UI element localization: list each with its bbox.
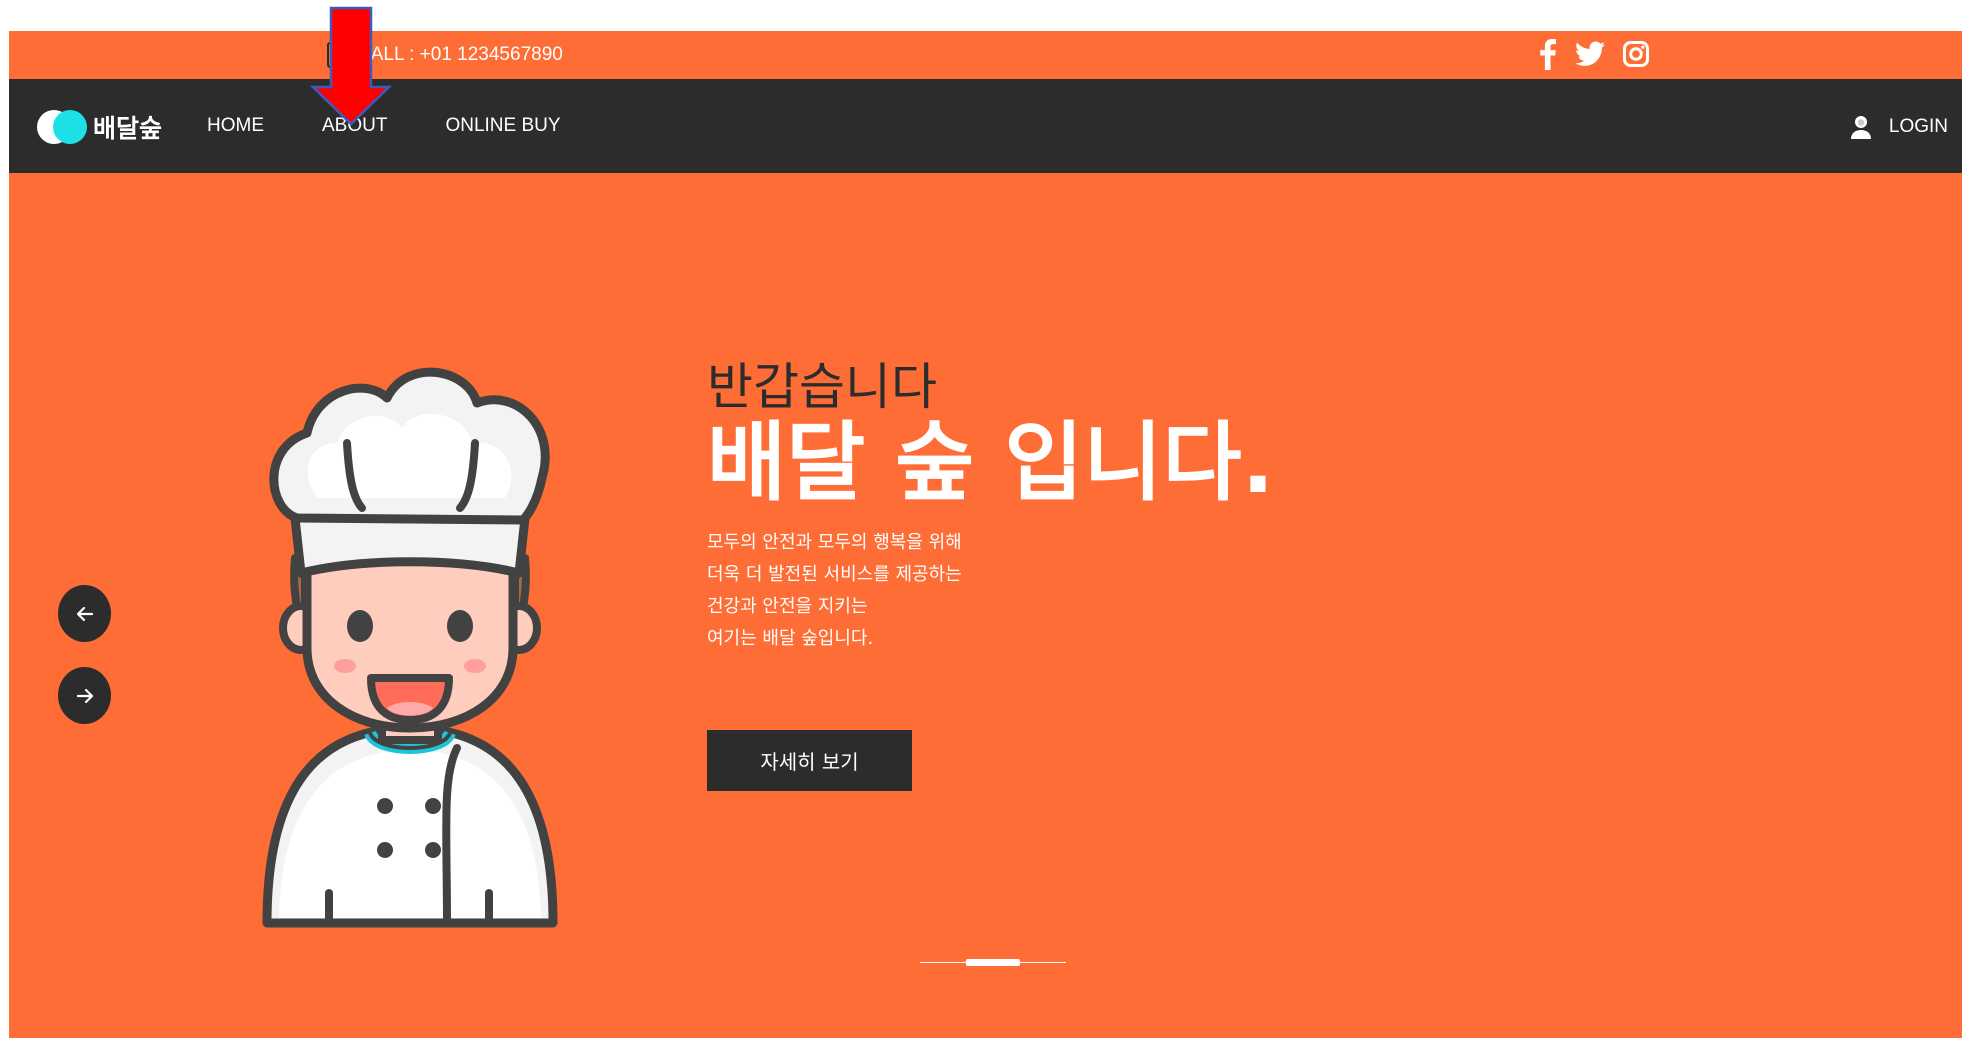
hero-greeting: 반갑습니다 — [707, 358, 937, 416]
arrow-right-icon — [76, 688, 93, 703]
slide-indicator — [920, 959, 1066, 967]
view-more-button[interactable]: 자세히 보기 — [707, 730, 912, 791]
hero-description-line: 건강과 안전을 지키는 — [707, 596, 868, 617]
nav-item-online-buy[interactable]: ONLINE BUY — [445, 115, 560, 137]
login-label: LOGIN — [1888, 116, 1948, 137]
hero-description-line: 여기는 배달 숲입니다. — [707, 628, 874, 649]
logo-text: 배달숲 — [93, 114, 163, 143]
nav-item-home[interactable]: HOME — [207, 115, 264, 137]
annotation-arrow-icon — [310, 6, 392, 126]
slider-prev-button[interactable] — [58, 585, 111, 642]
logo-circle-teal — [53, 110, 87, 144]
twitter-icon[interactable] — [1575, 41, 1605, 67]
hero-description: 모두의 안전과 모두의 행복을 위해 더욱 더 발전된 서비스를 제공하는 건강… — [707, 527, 1274, 655]
page: CALL : +01 1234567890 배달숲 HOME ABOUT ONL… — [9, 31, 1962, 1038]
slider-next-button[interactable] — [58, 667, 111, 724]
login-link[interactable]: LOGIN — [1850, 115, 1948, 139]
hero-text: 반갑습니다 배달 숲 입니다. 모두의 안전과 모두의 행복을 위해 더욱 더 … — [707, 357, 1274, 655]
hero-description-line: 모두의 안전과 모두의 행복을 위해 — [707, 532, 962, 553]
social-links — [1539, 38, 1649, 70]
hero-description-line: 더욱 더 발전된 서비스를 제공하는 — [707, 564, 962, 585]
facebook-icon[interactable] — [1539, 38, 1557, 70]
user-icon — [1850, 116, 1871, 139]
main-nav: 배달숲 HOME ABOUT ONLINE BUY LOGIN — [9, 79, 1962, 173]
slide-indicator-active[interactable] — [966, 959, 1020, 966]
logo[interactable]: 배달숲 — [37, 109, 162, 145]
hero-headline: 배달 숲 입니다. — [707, 413, 1275, 513]
arrow-left-icon — [76, 606, 93, 621]
instagram-icon[interactable] — [1623, 41, 1649, 67]
chef-illustration — [262, 367, 558, 928]
nav-menu: HOME ABOUT ONLINE BUY — [207, 115, 619, 137]
top-bar: CALL : +01 1234567890 — [9, 31, 1962, 79]
